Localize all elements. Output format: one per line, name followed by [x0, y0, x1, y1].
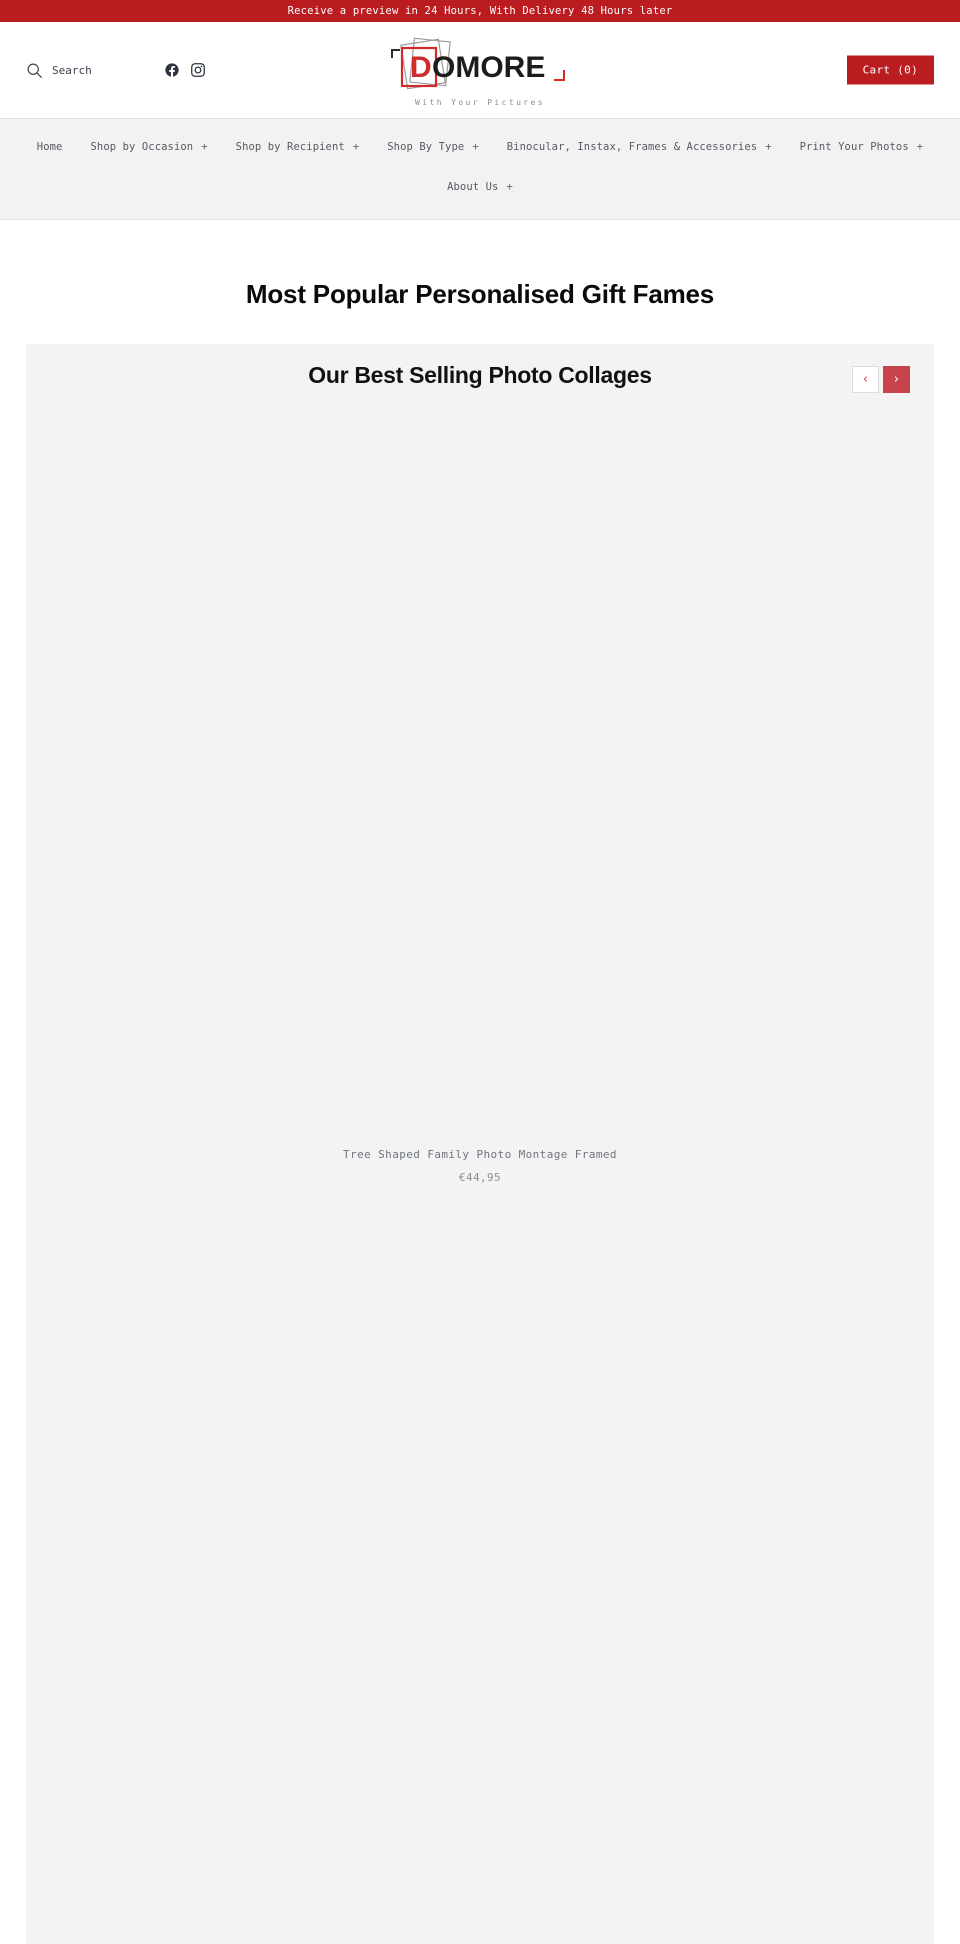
- product-info: Tree Shaped Family Photo Montage Framed …: [26, 1144, 934, 1202]
- product-card[interactable]: Tree Shaped Family Photo Montage Framed …: [26, 413, 934, 1202]
- nav-item-shop-by-recipient[interactable]: Shop by Recipient +: [222, 133, 374, 161]
- carousel-next-button[interactable]: ›: [883, 365, 910, 393]
- site-header: Search D OMORE With Your Pictures Cart (…: [0, 22, 960, 118]
- product-image-placeholder[interactable]: [26, 413, 934, 1144]
- carousel-slides: Tree Shaped Family Photo Montage Framed …: [26, 413, 934, 1874]
- expand-plus-icon[interactable]: +: [472, 141, 478, 153]
- search-icon: [26, 62, 43, 79]
- nav-row-primary: Home Shop by Occasion + Shop by Recipient…: [0, 133, 960, 161]
- header-left-group: Search: [26, 62, 206, 79]
- expand-plus-icon[interactable]: +: [917, 141, 923, 153]
- expand-plus-icon[interactable]: +: [353, 141, 359, 153]
- product-card[interactable]: [26, 1201, 934, 1874]
- nav-item-label: Shop by Occasion: [90, 141, 194, 153]
- page-title: Most Popular Personalised Gift Fames: [245, 279, 715, 310]
- carousel-arrows: ‹ ›: [852, 365, 910, 393]
- product-image-placeholder[interactable]: [26, 1201, 934, 1842]
- product-info: [26, 1842, 934, 1874]
- search-button[interactable]: Search: [26, 62, 92, 79]
- announcement-bar: Receive a preview in 24 Hours, With Deli…: [0, 0, 960, 22]
- nav-item-shop-by-type[interactable]: Shop By Type +: [373, 133, 492, 161]
- search-label: Search: [52, 63, 92, 77]
- nav-item-label: Print Your Photos: [799, 141, 909, 153]
- logo-tagline: With Your Pictures: [415, 98, 545, 107]
- social-links: [164, 62, 206, 78]
- nav-item-label: About Us: [447, 181, 499, 193]
- main-navigation: Home Shop by Occasion + Shop by Recipient…: [0, 118, 960, 220]
- instagram-icon[interactable]: [190, 62, 206, 78]
- product-title[interactable]: Tree Shaped Family Photo Montage Framed: [26, 1148, 934, 1161]
- product-carousel: Our Best Selling Photo Collages ‹ › Tree…: [26, 343, 934, 1944]
- nav-item-about-us[interactable]: About Us +: [433, 173, 527, 201]
- nav-item-label: Binocular, Instax, Frames & Accessories: [506, 141, 758, 153]
- nav-item-binocular-instax-frames-accessories[interactable]: Binocular, Instax, Frames & Accessories +: [493, 133, 786, 161]
- carousel-title: Our Best Selling Photo Collages: [308, 361, 652, 388]
- carousel-prev-button[interactable]: ‹: [852, 365, 879, 393]
- nav-item-print-your-photos[interactable]: Print Your Photos +: [786, 133, 938, 161]
- site-logo[interactable]: D OMORE With Your Pictures: [365, 36, 595, 107]
- svg-text:OMORE: OMORE: [432, 51, 545, 84]
- announcement-text: Receive a preview in 24 Hours, With Deli…: [287, 5, 673, 17]
- nav-item-label: Home: [36, 141, 63, 153]
- svg-text:D: D: [410, 51, 432, 84]
- nav-item-label: Shop by Recipient: [235, 141, 345, 153]
- nav-row-secondary: About Us +: [0, 173, 960, 201]
- logo-mark: D OMORE: [391, 37, 565, 90]
- nav-item-home[interactable]: Home: [23, 133, 77, 161]
- expand-plus-icon[interactable]: +: [201, 141, 207, 153]
- cart-button[interactable]: Cart (0): [846, 55, 934, 85]
- carousel-header: Our Best Selling Photo Collages ‹ ›: [26, 344, 934, 414]
- product-price: €44,95: [458, 1170, 502, 1184]
- nav-item-shop-by-occasion[interactable]: Shop by Occasion +: [76, 133, 221, 161]
- expand-plus-icon[interactable]: +: [506, 181, 512, 193]
- facebook-icon[interactable]: [164, 62, 180, 78]
- expand-plus-icon[interactable]: +: [765, 141, 771, 153]
- nav-item-label: Shop By Type: [387, 141, 465, 153]
